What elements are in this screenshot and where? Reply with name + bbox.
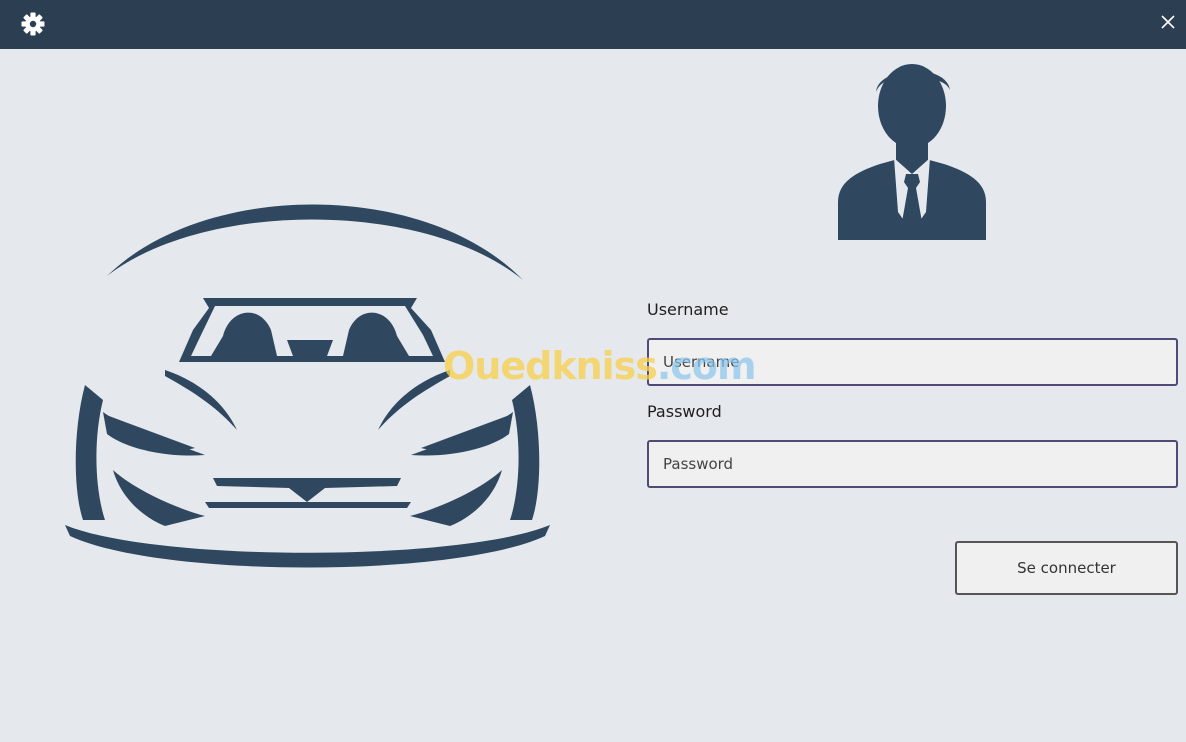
- businessman-avatar-icon: [838, 64, 986, 240]
- password-input[interactable]: [647, 440, 1178, 488]
- username-label: Username: [647, 300, 729, 319]
- title-bar: [0, 0, 1186, 49]
- password-label: Password: [647, 402, 722, 421]
- gear-icon: [21, 12, 45, 36]
- car-front-silhouette-icon: [65, 204, 550, 568]
- settings-button[interactable]: [20, 11, 46, 37]
- close-icon: [1161, 15, 1175, 29]
- close-button[interactable]: [1157, 11, 1179, 33]
- login-button[interactable]: Se connecter: [955, 541, 1178, 595]
- username-input[interactable]: [647, 338, 1178, 386]
